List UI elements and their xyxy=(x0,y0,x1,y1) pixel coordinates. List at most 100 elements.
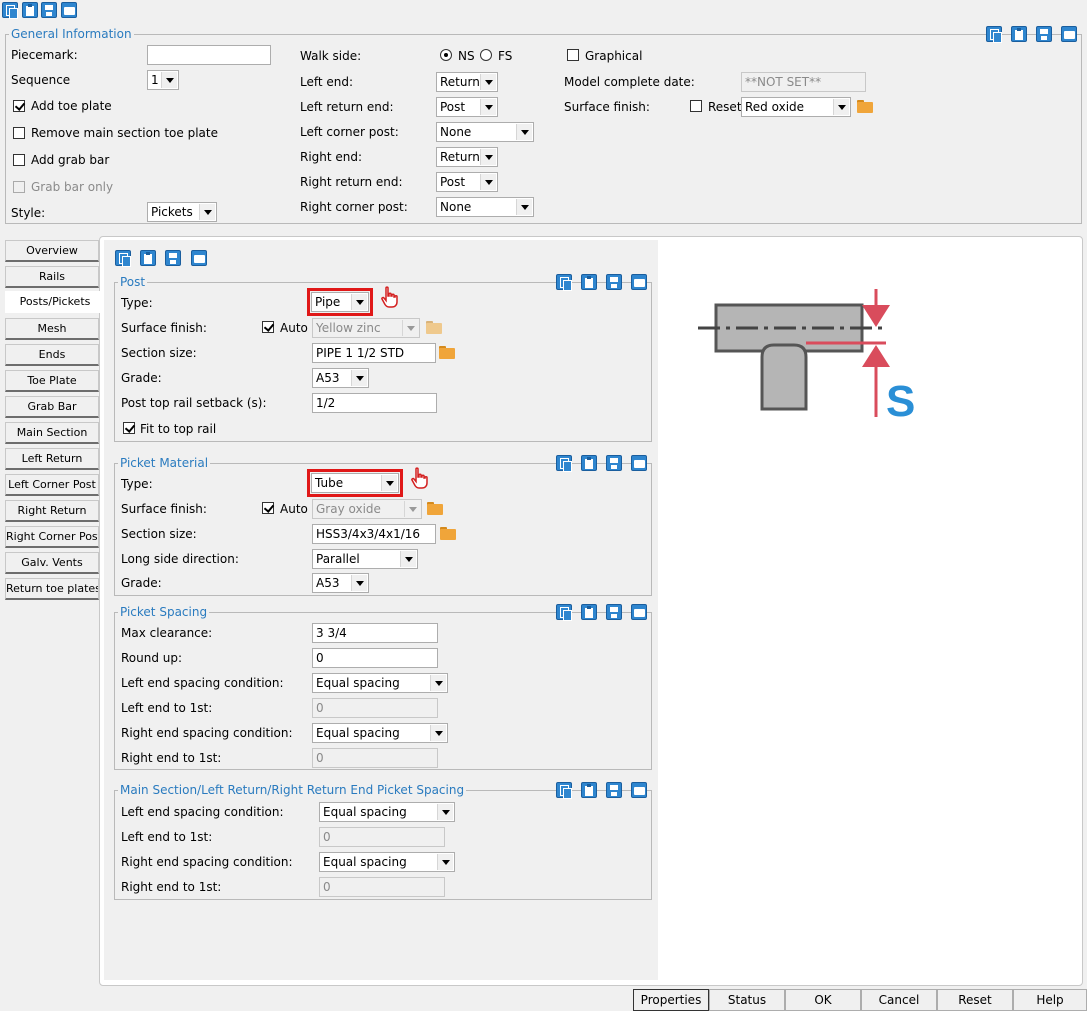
reset-button[interactable]: Reset xyxy=(937,989,1013,1011)
post-save-icon[interactable] xyxy=(606,274,622,290)
right-end-select[interactable]: Return xyxy=(436,147,498,167)
post-type-label: Type: xyxy=(121,296,153,310)
tab-grab-bar[interactable]: Grab Bar xyxy=(5,396,99,418)
add-grab-bar-label: Add grab bar xyxy=(31,153,110,167)
left-end-spacing-condition-select[interactable]: Equal spacing xyxy=(312,673,448,693)
tab-posts-pickets[interactable]: Posts/Pickets xyxy=(5,291,105,313)
picket-surface-finish-folder-icon[interactable] xyxy=(426,499,444,517)
tab-right-corner-post[interactable]: Right Corner Post xyxy=(5,526,99,548)
tab-ends[interactable]: Ends xyxy=(5,344,99,366)
general-save-icon[interactable] xyxy=(1036,26,1052,42)
general-paste-icon[interactable] xyxy=(1011,26,1027,42)
general-copy-icon[interactable] xyxy=(986,26,1002,43)
tab-mesh[interactable]: Mesh xyxy=(5,318,99,340)
save-icon[interactable] xyxy=(41,2,57,18)
surface-finish-folder-icon[interactable] xyxy=(856,97,874,115)
sequence-select[interactable]: 1 xyxy=(147,70,179,90)
cancel-button[interactable]: Cancel xyxy=(861,989,937,1011)
tab-left-return[interactable]: Left Return xyxy=(5,448,99,470)
main-spacing-copy-icon[interactable] xyxy=(556,782,572,799)
post-surface-finish-label: Surface finish: xyxy=(121,321,207,335)
walk-side-fs-radio[interactable] xyxy=(480,49,492,61)
tab-right-return[interactable]: Right Return xyxy=(5,500,99,522)
post-setback-diagram: S xyxy=(698,289,915,425)
status-button[interactable]: Status xyxy=(709,989,785,1011)
properties-button[interactable]: Properties xyxy=(633,989,709,1011)
ok-button[interactable]: OK xyxy=(785,989,861,1011)
fit-to-top-rail-label: Fit to top rail xyxy=(140,422,217,436)
panel-open-icon[interactable] xyxy=(191,250,207,266)
post-setback-input[interactable]: 1/2 xyxy=(312,393,437,413)
post-grade-select[interactable]: A53 xyxy=(312,368,369,388)
hand-pointer-icon xyxy=(381,286,398,308)
left-return-end-label: Left return end: xyxy=(300,100,394,114)
left-end-to-first-label: Left end to 1st: xyxy=(121,701,213,715)
tab-main-section[interactable]: Main Section xyxy=(5,422,99,444)
main-spacing-paste-icon[interactable] xyxy=(581,782,597,798)
post-auto-checkbox[interactable] xyxy=(262,321,274,333)
panel-copy-icon[interactable] xyxy=(115,250,131,267)
main-left-end-spacing-condition-select[interactable]: Equal spacing xyxy=(319,802,455,822)
main-spacing-save-icon[interactable] xyxy=(606,782,622,798)
general-open-icon[interactable] xyxy=(1061,26,1077,42)
main-right-end-spacing-condition-select[interactable]: Equal spacing xyxy=(319,852,455,872)
picket-grade-select[interactable]: A53 xyxy=(312,573,369,593)
walk-side-ns-radio[interactable] xyxy=(440,49,452,61)
fit-to-top-rail-checkbox[interactable] xyxy=(123,422,135,434)
picket-section-size-input[interactable]: HSS3/4x3/4x1/16 xyxy=(312,524,436,544)
main-spacing-open-icon[interactable] xyxy=(631,782,647,798)
tab-overview[interactable]: Overview xyxy=(5,240,99,262)
picket-save-icon[interactable] xyxy=(606,455,622,471)
right-end-spacing-condition-select[interactable]: Equal spacing xyxy=(312,723,448,743)
spacing-save-icon[interactable] xyxy=(606,604,622,620)
left-return-end-select[interactable]: Post xyxy=(436,97,498,117)
spacing-open-icon[interactable] xyxy=(631,604,647,620)
help-button[interactable]: Help xyxy=(1013,989,1087,1011)
tab-return-toe-plates[interactable]: Return toe plates xyxy=(5,578,99,600)
max-clearance-input[interactable]: 3 3/4 xyxy=(312,623,438,643)
add-grab-bar-checkbox[interactable] xyxy=(13,154,25,166)
picket-open-icon[interactable] xyxy=(631,455,647,471)
post-section-size-folder-icon[interactable] xyxy=(438,343,456,361)
tab-rails[interactable]: Rails xyxy=(5,266,99,288)
post-type-select[interactable]: Pipe xyxy=(311,292,369,312)
spacing-copy-icon[interactable] xyxy=(556,604,572,621)
graphical-checkbox[interactable] xyxy=(567,49,579,61)
right-end-to-first-label: Right end to 1st: xyxy=(121,751,222,765)
chevron-down-icon xyxy=(400,551,416,567)
model-complete-date-input: **NOT SET** xyxy=(741,72,866,92)
add-toe-plate-checkbox[interactable] xyxy=(13,100,25,112)
right-corner-post-select[interactable]: None xyxy=(436,197,534,217)
picket-type-select[interactable]: Tube xyxy=(311,473,399,493)
remove-main-toe-checkbox[interactable] xyxy=(13,127,25,139)
picket-auto-checkbox[interactable] xyxy=(262,502,274,514)
picket-section-size-folder-icon[interactable] xyxy=(439,524,457,542)
surface-finish-reset-checkbox[interactable] xyxy=(690,100,702,112)
post-copy-icon[interactable] xyxy=(556,274,572,291)
paste-icon[interactable] xyxy=(22,2,38,18)
long-side-direction-select[interactable]: Parallel xyxy=(312,549,418,569)
tab-left-corner-post[interactable]: Left Corner Post xyxy=(5,474,99,496)
post-section-size-input[interactable]: PIPE 1 1/2 STD xyxy=(312,343,436,363)
right-return-end-select[interactable]: Post xyxy=(436,172,498,192)
post-open-icon[interactable] xyxy=(631,274,647,290)
piecemark-input[interactable] xyxy=(147,45,271,65)
left-end-select[interactable]: Return xyxy=(436,72,498,92)
copy-icon[interactable] xyxy=(2,2,18,19)
panel-save-icon[interactable] xyxy=(165,250,181,266)
panel-paste-icon[interactable] xyxy=(140,250,156,266)
post-paste-icon[interactable] xyxy=(581,274,597,290)
round-up-input[interactable]: 0 xyxy=(312,648,438,668)
tab-toe-plate[interactable]: Toe Plate xyxy=(5,370,99,392)
picket-copy-icon[interactable] xyxy=(556,455,572,472)
surface-finish-select[interactable]: Red oxide xyxy=(741,97,851,117)
chevron-down-icon xyxy=(404,501,420,517)
spacing-paste-icon[interactable] xyxy=(581,604,597,620)
model-complete-date-label: Model complete date: xyxy=(564,75,695,89)
picket-paste-icon[interactable] xyxy=(581,455,597,471)
tab-galv-vents[interactable]: Galv. Vents xyxy=(5,552,99,574)
left-corner-post-select[interactable]: None xyxy=(436,122,534,142)
main-left-end-to-first-label: Left end to 1st: xyxy=(121,830,213,844)
open-icon[interactable] xyxy=(61,2,77,18)
style-select[interactable]: Pickets xyxy=(147,202,217,222)
